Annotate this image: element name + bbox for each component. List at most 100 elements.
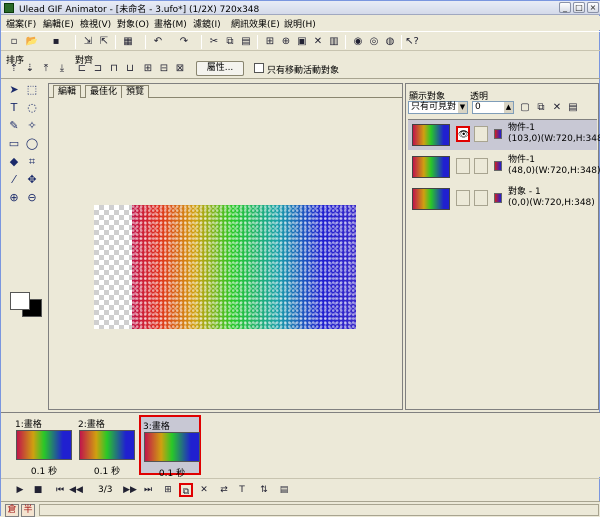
text-banner-icon[interactable]: T (235, 483, 249, 497)
properties-button[interactable]: 屬性... (196, 61, 244, 76)
foreground-color-swatch[interactable] (10, 292, 30, 310)
object-properties-icon[interactable]: ▤ (566, 101, 580, 115)
tab-edit[interactable]: 編輯 (53, 85, 82, 98)
add-frame-icon[interactable]: ⊞ (161, 483, 175, 497)
maximize-button[interactable]: □ (573, 2, 585, 13)
canvas[interactable] (49, 99, 402, 409)
frame-thumbnail-item[interactable]: 1:畫格 0.1 秒 (13, 415, 75, 477)
grid-icon[interactable]: ▥ (327, 35, 341, 49)
list-item[interactable]: 物件-1 (48,0)(W:720,H:348) (408, 152, 600, 182)
arrow-down-icon[interactable]: ⇣ (23, 62, 37, 76)
align-left-icon[interactable]: ⊏ (75, 62, 89, 76)
title-bar[interactable]: Ulead GIF Animator - [未命名 - 3.ufo*] (1/2… (1, 1, 600, 15)
menu-file[interactable]: 檔案(F) (6, 17, 36, 30)
save-icon[interactable]: ▪ (49, 35, 63, 49)
marquee-icon[interactable]: ⬚ (24, 82, 40, 98)
lock-toggle[interactable] (474, 190, 488, 206)
next-frame-icon[interactable]: ▶▶ (123, 483, 137, 497)
new-object-icon[interactable]: ▢ (518, 101, 532, 115)
reverse-frames-icon[interactable]: ⇅ (257, 483, 271, 497)
new-icon[interactable]: ▫ (7, 35, 21, 49)
text-icon[interactable]: T (6, 100, 22, 116)
redo-icon[interactable]: ↷ (177, 35, 191, 49)
menu-view[interactable]: 檢視(V) (80, 17, 111, 30)
tween-icon[interactable]: ⇄ (217, 483, 231, 497)
lasso-icon[interactable]: ◌ (24, 100, 40, 116)
lock-toggle[interactable] (474, 126, 488, 142)
ime-mode-indicator[interactable]: 倉 (5, 504, 19, 517)
minimize-button[interactable]: _ (559, 2, 571, 13)
lock-toggle[interactable] (474, 158, 488, 174)
duplicate-object-icon[interactable]: ⧉ (534, 101, 548, 115)
stop-icon[interactable]: ■ (31, 483, 45, 497)
menu-help[interactable]: 說明(H) (284, 17, 316, 30)
frame-properties-icon[interactable]: ▤ (277, 483, 291, 497)
distribute-icon[interactable]: ⊠ (173, 62, 187, 76)
eyedropper-icon[interactable]: ⁄ (6, 172, 22, 188)
menu-web-effects[interactable]: 網訊效果(E) (231, 17, 280, 30)
menu-frame[interactable]: 畫格(M) (154, 17, 187, 30)
play-icon[interactable]: ▶ (13, 483, 27, 497)
ime-width-indicator[interactable]: 半 (21, 504, 35, 517)
visibility-toggle[interactable] (456, 158, 470, 174)
zoom-in-icon[interactable]: ⊕ (6, 190, 22, 206)
arrow-up-icon[interactable]: ⇡ (7, 62, 21, 76)
eraser-icon[interactable]: ▭ (6, 136, 22, 152)
paste-icon[interactable]: ▤ (239, 35, 253, 49)
brush-icon[interactable]: ✎ (6, 118, 22, 134)
cut-icon[interactable]: ✂ (207, 35, 221, 49)
tab-optimize[interactable]: 最佳化 (85, 85, 123, 98)
import-icon[interactable]: ⇲ (81, 35, 95, 49)
eye-icon[interactable]: 👁 (456, 126, 470, 142)
canvas-panel: 編輯 最佳化 預覽 (48, 83, 403, 410)
align-bottom-icon[interactable]: ⊟ (157, 62, 171, 76)
align-middle-icon[interactable]: ⊞ (141, 62, 155, 76)
show-objects-select[interactable]: 只有可見對 ▼ (408, 101, 468, 114)
frame-thumbnail-item[interactable]: 2:畫格 0.1 秒 (76, 415, 138, 477)
align-top-icon[interactable]: ⊔ (123, 62, 137, 76)
export-icon[interactable]: ⇱ (97, 35, 111, 49)
preview-icon[interactable]: ◎ (367, 35, 381, 49)
add-icon[interactable]: ⊕ (279, 35, 293, 49)
color-icon[interactable]: ▦ (121, 35, 135, 49)
crop-icon[interactable]: ⌗ (24, 154, 40, 170)
frame-icon[interactable]: ⊞ (263, 35, 277, 49)
ellipse-select-icon[interactable]: ◯ (24, 136, 40, 152)
tab-preview[interactable]: 預覽 (121, 85, 150, 98)
arrow-up-top-icon[interactable]: ⤒ (39, 62, 53, 76)
pointer-icon[interactable]: ➤ (6, 82, 22, 98)
last-frame-icon[interactable]: ⏭ (141, 483, 155, 497)
first-frame-icon[interactable]: ⏮ (53, 483, 67, 497)
browser-icon[interactable]: ◍ (383, 35, 397, 49)
web-icon[interactable]: ◉ (351, 35, 365, 49)
frame-thumbnail-item-selected[interactable]: 3:畫格 0.1 秒 (139, 415, 201, 479)
open-icon[interactable]: 📂 (25, 35, 39, 49)
previous-frame-icon[interactable]: ◀◀ (69, 483, 83, 497)
menu-edit[interactable]: 編輯(E) (43, 17, 74, 30)
fill-icon[interactable]: ◆ (6, 154, 22, 170)
delete-object-icon[interactable]: ✕ (550, 101, 564, 115)
help-icon[interactable]: ↖? (405, 35, 419, 49)
visibility-toggle[interactable] (456, 190, 470, 206)
menu-filter[interactable]: 濾鏡(I) (193, 17, 221, 30)
frame-delay[interactable]: 0.1 秒 (13, 464, 75, 477)
undo-icon[interactable]: ↶ (151, 35, 165, 49)
delete-icon[interactable]: ▣ (295, 35, 309, 49)
delete-frame-icon[interactable]: ✕ (197, 483, 211, 497)
align-right-icon[interactable]: ⊓ (107, 62, 121, 76)
menu-object[interactable]: 對象(O) (117, 17, 149, 30)
cancel-icon[interactable]: ✕ (311, 35, 325, 49)
list-item[interactable]: 👁 物件-1 (103,0)(W:720,H:348) (408, 120, 600, 150)
arrow-down-bottom-icon[interactable]: ⤓ (55, 62, 69, 76)
move-active-only-checkbox[interactable] (254, 63, 264, 73)
list-item[interactable]: 對象 - 1 (0,0)(W:720,H:348) (408, 184, 597, 214)
frame-delay[interactable]: 0.1 秒 (76, 464, 138, 477)
magic-wand-icon[interactable]: ✧ (24, 118, 40, 134)
duplicate-frame-icon[interactable]: ⧉ (179, 483, 193, 497)
hand-icon[interactable]: ✥ (24, 172, 40, 188)
close-button[interactable]: × (587, 2, 599, 13)
copy-icon[interactable]: ⧉ (223, 35, 237, 49)
align-center-icon[interactable]: ⊐ (91, 62, 105, 76)
transparency-stepper[interactable]: 0 ▲ (472, 101, 514, 114)
zoom-out-icon[interactable]: ⊖ (24, 190, 40, 206)
